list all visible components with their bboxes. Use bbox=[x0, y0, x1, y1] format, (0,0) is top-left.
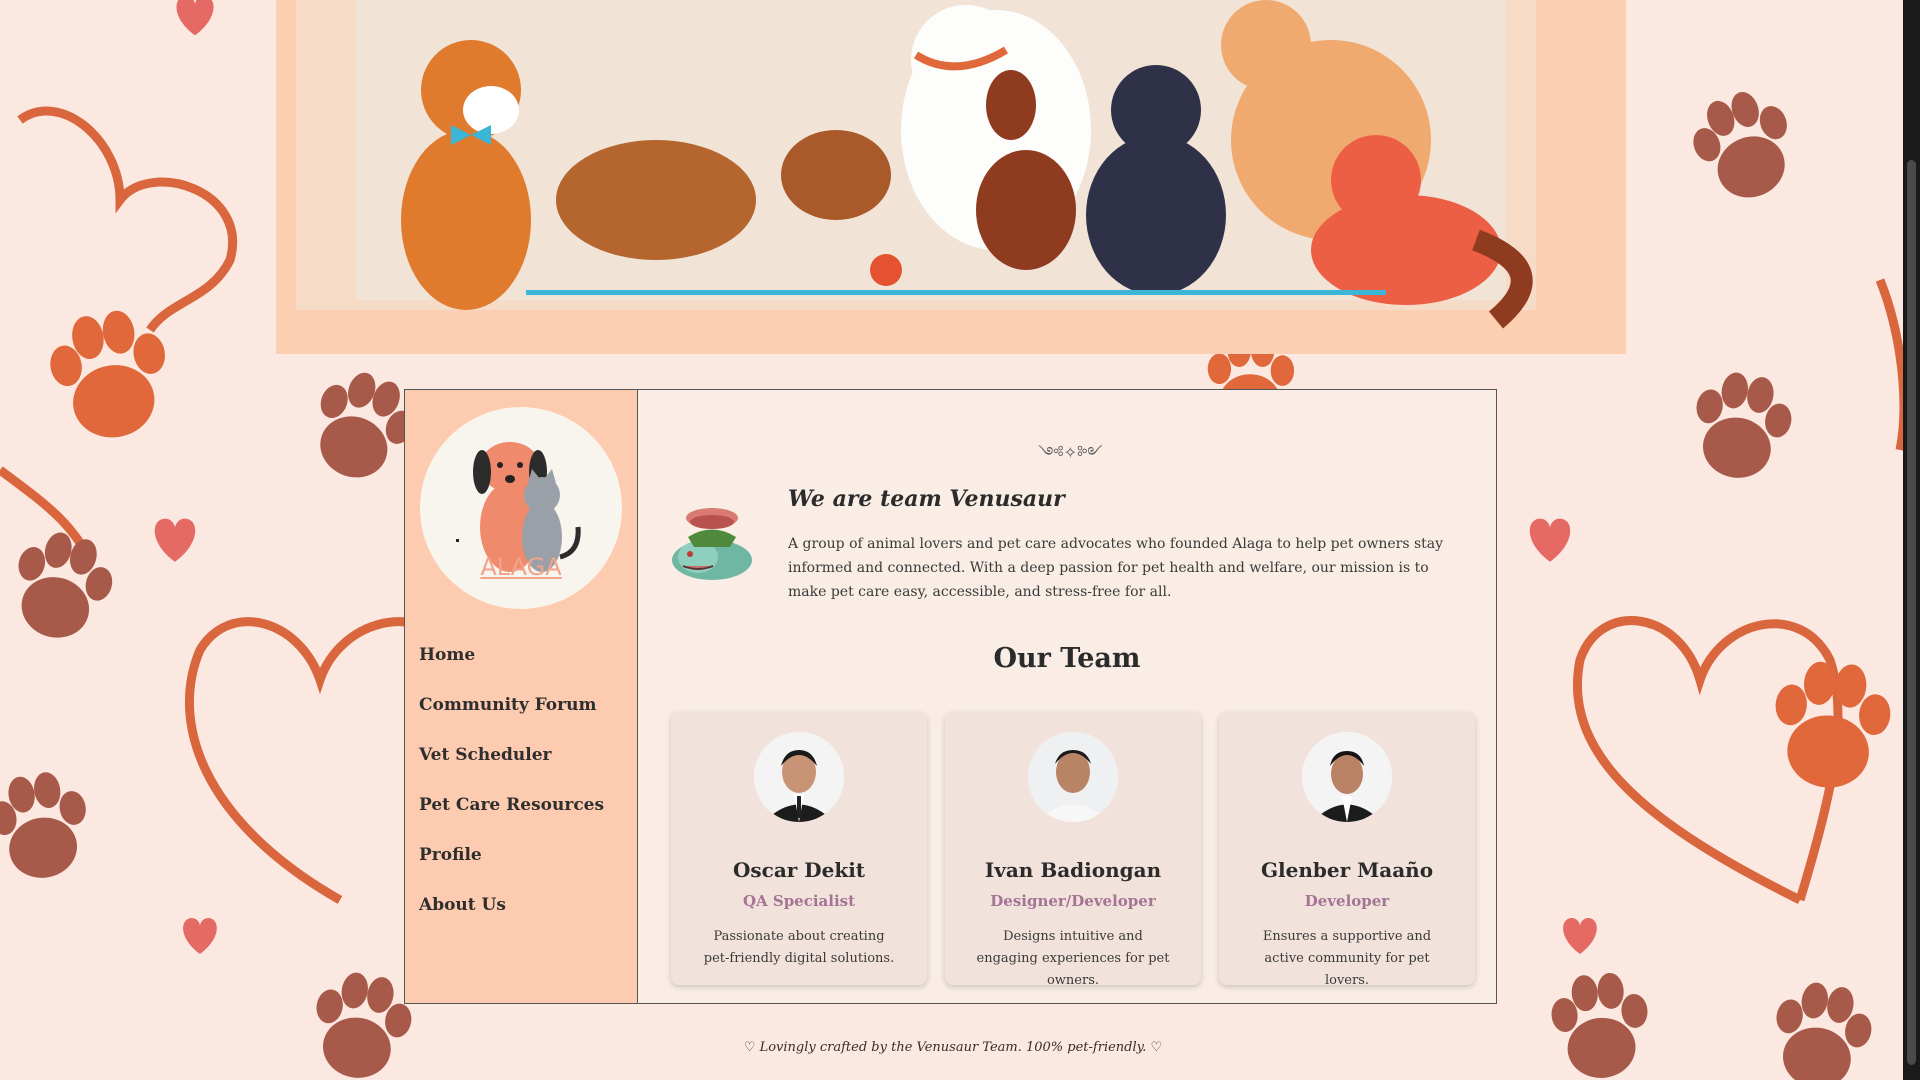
member-role: QA Specialist bbox=[742, 892, 856, 910]
avatar bbox=[754, 732, 844, 822]
hero-banner bbox=[276, 0, 1626, 354]
about-heading: We are team Venusaur bbox=[788, 486, 1065, 512]
page-footer: ♡ Lovingly crafted by the Venusaur Team.… bbox=[743, 1040, 1163, 1055]
ornament-divider: ༺✧༻ bbox=[1038, 435, 1103, 462]
member-description: Ensures a supportive and active communit… bbox=[1262, 929, 1432, 988]
main-panel: ALAGA Home Community Forum Vet Scheduler… bbox=[404, 389, 1497, 1004]
nav-item-profile[interactable]: Profile bbox=[419, 830, 604, 880]
team-section-title: Our Team bbox=[993, 643, 1141, 674]
member-description: Designs intuitive and engaging experienc… bbox=[976, 929, 1170, 988]
about-content: ༺✧༻ We are team Venusaur A group of anim… bbox=[638, 390, 1496, 1003]
venusaur-icon bbox=[672, 508, 752, 580]
brand-logo-text[interactable]: ALAGA bbox=[420, 553, 622, 581]
scrollbar-thumb[interactable] bbox=[1907, 160, 1916, 1065]
nav-item-vet-scheduler[interactable]: Vet Scheduler bbox=[419, 730, 604, 780]
team-card: Glenber Maaño Developer Ensures a suppor… bbox=[1219, 712, 1475, 988]
member-name: Ivan Badiongan bbox=[984, 858, 1162, 882]
person-photo-icon bbox=[754, 732, 844, 822]
main-nav: Home Community Forum Vet Scheduler Pet C… bbox=[419, 630, 604, 930]
member-role: Designer/Developer bbox=[990, 892, 1156, 910]
avatar bbox=[1302, 732, 1392, 822]
sidebar: ALAGA Home Community Forum Vet Scheduler… bbox=[405, 390, 638, 1003]
nav-item-home[interactable]: Home bbox=[419, 630, 604, 680]
page-scrollbar[interactable] bbox=[1903, 0, 1920, 1080]
ornament-text: ༺✧༻ bbox=[1038, 443, 1103, 462]
team-card: Ivan Badiongan Designer/Developer Design… bbox=[945, 712, 1201, 988]
person-photo-icon bbox=[1302, 732, 1392, 822]
nav-item-pet-care-resources[interactable]: Pet Care Resources bbox=[419, 780, 604, 830]
person-photo-icon bbox=[1028, 732, 1118, 822]
nav-item-about-us[interactable]: About Us bbox=[419, 880, 604, 930]
member-description: Passionate about creating pet-friendly d… bbox=[703, 929, 895, 966]
about-intro: A group of animal lovers and pet care ad… bbox=[788, 536, 1444, 600]
brand-logo[interactable]: ALAGA bbox=[420, 407, 622, 609]
member-role: Developer bbox=[1304, 892, 1390, 910]
pets-group-illustration bbox=[296, 0, 1536, 329]
member-name: Oscar Dekit bbox=[732, 858, 866, 882]
member-name: Glenber Maaño bbox=[1260, 858, 1434, 882]
team-card: Oscar Dekit QA Specialist Passionate abo… bbox=[671, 712, 927, 985]
nav-item-community-forum[interactable]: Community Forum bbox=[419, 680, 604, 730]
avatar bbox=[1028, 732, 1118, 822]
